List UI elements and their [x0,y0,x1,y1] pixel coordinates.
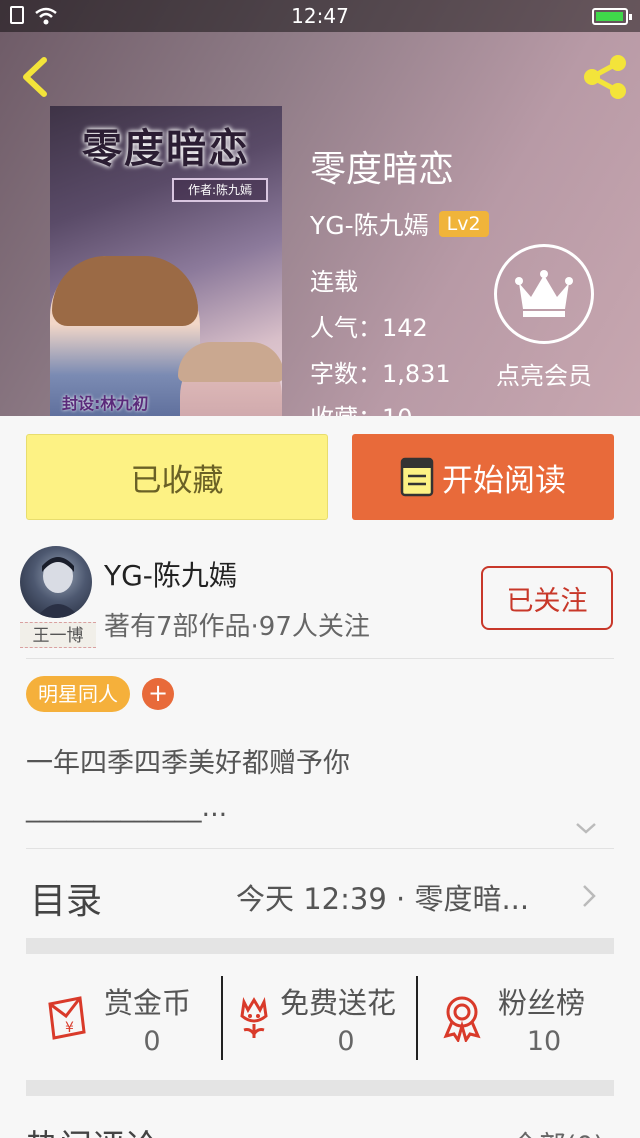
battery-icon [592,8,632,25]
book-header: 12:47 零度暗恋 作者:陈九嫣 封设:林九初 零度暗恋 YG-陈九嫣 Lv2… [0,0,640,416]
popularity: 人气：142 [310,314,428,342]
free-flower-count: 0 [337,1026,355,1057]
book-detail-page: 12:47 零度暗恋 作者:陈九嫣 封设:林九初 零度暗恋 YG-陈九嫣 Lv2… [0,0,640,1138]
chevron-right-icon [583,885,596,907]
vip-label[interactable]: 点亮会员 [478,356,610,391]
share-button[interactable] [580,52,630,102]
medal-icon [443,996,481,1042]
reward-coins-label: 赏金币 [104,986,192,1020]
word-count: 字数：1,831 [310,360,451,388]
free-flower-button[interactable]: 免费送花 0 [222,980,418,1060]
fan-ranking-count: 10 [526,1026,562,1057]
intro-line-2: _____________... [26,792,228,823]
avatar-tag: 王一博 [20,622,96,648]
author-line[interactable]: YG-陈九嫣 Lv2 [310,206,489,242]
avatar-portrait [36,557,80,618]
toc-latest-chapter: 今天 12:39 · 零度暗... [236,882,530,916]
stat-divider [416,976,418,1060]
back-button[interactable] [14,54,54,100]
book-icon [400,457,434,497]
author-avatar[interactable] [20,546,92,618]
reward-coins-count: 0 [143,1026,161,1057]
writer-name[interactable]: YG-陈九嫣 [104,554,237,594]
reward-coins-button[interactable]: ¥ 赏金币 0 [26,980,222,1060]
level-badge: Lv2 [438,211,489,237]
collected-button[interactable]: 已收藏 [26,434,328,520]
cover-title: 零度暗恋 [82,125,250,172]
followed-label: 已关注 [506,585,588,617]
author-name[interactable]: YG-陈九嫣 [310,206,429,242]
status-time: 12:47 [291,4,349,28]
book-intro[interactable]: 一年四季四季美好都赠予你 _____________... [26,742,606,830]
cover-hair [52,256,198,326]
cover-author: 封设:林九初 [62,394,149,413]
cover-hair-female [178,342,282,382]
divider [26,848,614,849]
hot-comments-title: 热门评论 [26,1120,158,1138]
book-detail-content: 已收藏 开始阅读 王一博 YG-陈九嫣 著有7部作品·97人关注 已关注 明星同… [0,416,640,1138]
intro-line-1: 一年四季四季美好都赠予你 [26,748,350,779]
expand-chevron-icon[interactable] [574,818,598,838]
toc-label: 目录 [30,881,103,922]
fan-ranking-label: 粉丝榜 [498,986,586,1020]
start-reading-button[interactable]: 开始阅读 [352,434,614,520]
flower-icon [240,997,268,1038]
crown-icon [515,270,573,317]
followed-button[interactable]: 已关注 [481,566,613,630]
vip-button[interactable] [494,244,594,344]
collection-count: 收藏：10 [310,398,413,416]
all-comments-link[interactable]: 全部(0) [512,1124,604,1138]
free-flower-label: 免费送花 [280,986,397,1020]
genre-tag[interactable]: 明星同人 [26,676,130,712]
section-separator [26,1080,614,1096]
writer-stats: 著有7部作品·97人关注 [104,612,370,642]
start-reading-label: 开始阅读 [442,462,566,499]
divider [26,658,614,659]
svg-text:¥: ¥ [65,1020,74,1036]
book-cover[interactable]: 零度暗恋 作者:陈九嫣 封设:林九初 [50,106,282,416]
fan-ranking-button[interactable]: 粉丝榜 10 [420,980,616,1060]
collected-label: 已收藏 [130,462,224,499]
add-tag-button[interactable]: + [142,678,174,710]
status-bar: 12:47 [0,0,640,32]
serial-status: 连载 [310,268,358,296]
cover-subtitle: 作者:陈九嫣 [172,178,268,202]
red-envelope-icon: ¥ [48,996,86,1040]
section-separator [26,938,614,954]
book-title: 零度暗恋 [310,149,455,190]
